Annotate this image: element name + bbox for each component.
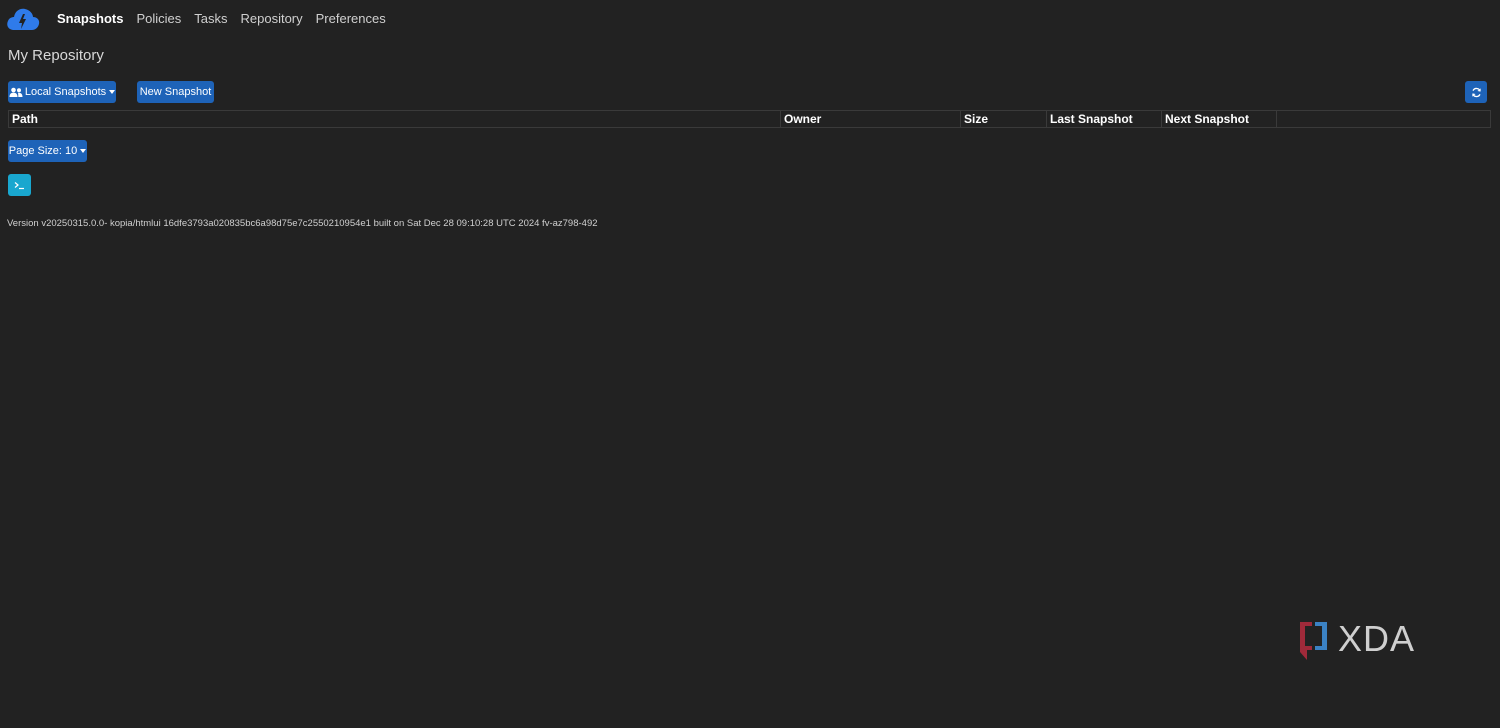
column-header-actions [1277,111,1490,127]
column-header-size[interactable]: Size [961,111,1047,127]
column-header-next-snapshot[interactable]: Next Snapshot [1162,111,1277,127]
new-snapshot-button[interactable]: New Snapshot [137,81,214,103]
page-title: My Repository [8,47,104,64]
refresh-button[interactable] [1465,81,1487,103]
page-size-label: Page Size: 10 [8,145,78,157]
caret-down-icon [80,149,87,153]
cli-button[interactable] [8,174,31,196]
column-header-last-snapshot[interactable]: Last Snapshot [1047,111,1162,127]
refresh-icon [1471,87,1481,97]
page-size-dropdown[interactable]: Page Size: 10 [8,140,87,162]
local-snapshots-label: Local Snapshots [24,86,107,98]
new-snapshot-label: New Snapshot [139,86,212,98]
nav-preferences[interactable]: Preferences [316,11,386,26]
nav-snapshots[interactable]: Snapshots [57,11,123,26]
nav-policies[interactable]: Policies [136,11,181,26]
xda-watermark-logo: XDA [1300,618,1415,660]
column-header-owner[interactable]: Owner [781,111,961,127]
version-info: Version v20250315.0.0- kopia/htmlui 16df… [7,218,598,229]
terminal-icon [14,181,24,189]
column-header-path[interactable]: Path [9,111,781,127]
snapshots-table: Path Owner Size Last Snapshot Next Snaps… [8,110,1491,128]
nav-links: Snapshots Policies Tasks Repository Pref… [57,11,399,26]
nav-repository[interactable]: Repository [241,11,303,26]
navbar: Snapshots Policies Tasks Repository Pref… [0,0,1500,38]
users-icon [9,87,23,97]
caret-down-icon [109,90,116,94]
xda-watermark-text: XDA [1338,618,1415,659]
kopia-logo-icon[interactable] [6,6,40,32]
nav-tasks[interactable]: Tasks [194,11,227,26]
local-snapshots-dropdown[interactable]: Local Snapshots [8,81,116,103]
